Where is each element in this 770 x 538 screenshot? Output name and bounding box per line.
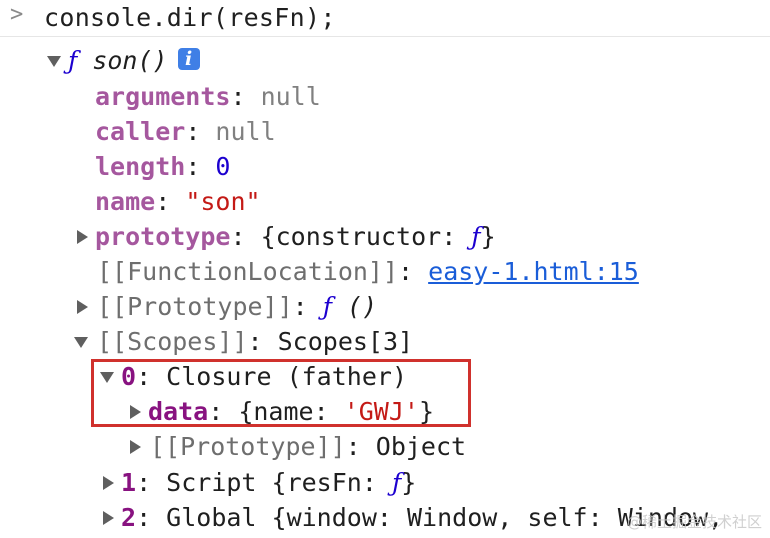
console-input-line[interactable]: > console.dir(resFn);: [0, 0, 770, 37]
scope-index: 2: [121, 503, 137, 532]
property-value: Object: [375, 432, 467, 461]
collapse-triangle-icon[interactable]: [130, 440, 141, 454]
watermark: @稀土掘金技术社区: [626, 513, 762, 531]
closure-highlight-box: [91, 359, 471, 427]
collapse-triangle-icon[interactable]: [103, 476, 114, 490]
function-f-symbol: ƒ: [391, 468, 402, 497]
closure-prototype-row[interactable]: [[Prototype]]: Object: [0, 430, 770, 464]
property-key: [[Prototype]]: [150, 432, 346, 461]
function-f-symbol: ƒ: [471, 222, 481, 251]
property-name: name: "son": [95, 187, 261, 216]
property-value: null: [260, 82, 321, 111]
collapse-triangle-icon[interactable]: [77, 230, 88, 244]
source-link[interactable]: easy-1.html:15: [428, 257, 639, 286]
property-prototype[interactable]: prototype: {constructor: ƒ}: [0, 220, 770, 254]
function-f-symbol: ƒ: [322, 292, 333, 321]
tree-root-row[interactable]: ƒ son() i: [0, 44, 770, 78]
info-icon[interactable]: i: [177, 48, 200, 70]
property-key: caller: [95, 117, 186, 146]
scope-index: 1: [121, 468, 137, 497]
expand-triangle-icon[interactable]: [74, 337, 88, 348]
property-function-location: [[FunctionLocation]]: easy-1.html:15: [97, 257, 639, 286]
property-value: null: [215, 117, 276, 146]
property-internal-prototype[interactable]: [[Prototype]]: ƒ (): [0, 290, 770, 324]
function-name: son(): [92, 46, 168, 75]
property-key: prototype: [95, 222, 231, 251]
collapse-triangle-icon[interactable]: [103, 511, 114, 525]
property-length: length: 0: [95, 152, 231, 181]
property-key: [[FunctionLocation]]: [97, 257, 399, 286]
property-key: length: [95, 152, 186, 181]
function-f-symbol: ƒ: [68, 46, 78, 75]
property-caller: caller: null: [95, 117, 276, 146]
scope-script-row[interactable]: 1: Script {resFn: ƒ}: [0, 466, 770, 500]
property-scopes[interactable]: [[Scopes]]: Scopes[3]: [0, 325, 770, 359]
console-command[interactable]: console.dir(resFn);: [44, 3, 336, 32]
property-key: [[Scopes]]: [97, 327, 248, 356]
property-value: "son": [185, 187, 261, 216]
property-key: [[Prototype]]: [97, 292, 293, 321]
property-value: Scopes[3]: [277, 327, 414, 356]
prompt-chevron-icon: >: [10, 2, 24, 27]
devtools-console: > console.dir(resFn); ƒ son() i arguments…: [0, 0, 770, 538]
expand-triangle-icon[interactable]: [47, 56, 61, 67]
property-key: arguments: [95, 82, 231, 111]
property-arguments: arguments: null: [95, 82, 321, 111]
property-value: 0: [215, 152, 231, 181]
property-key: name: [95, 187, 156, 216]
collapse-triangle-icon[interactable]: [77, 300, 88, 314]
